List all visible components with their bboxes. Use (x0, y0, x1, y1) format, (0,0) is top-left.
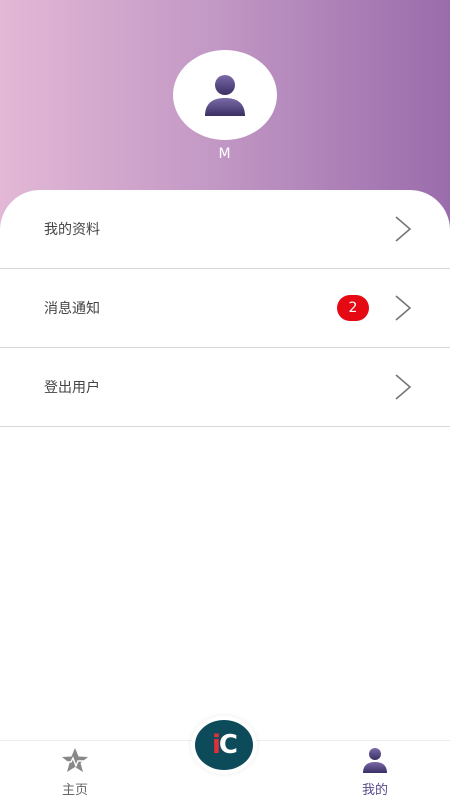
chevron-right-icon (395, 216, 412, 242)
star-pulse-icon (62, 748, 88, 772)
chevron-right-icon (395, 374, 412, 400)
avatar[interactable] (173, 50, 277, 140)
menu-item-notifications[interactable]: 消息通知 2 (0, 269, 450, 348)
tab-home-label: 主页 (61, 783, 88, 798)
menu-item-my-profile[interactable]: 我的资料 (0, 190, 450, 269)
username-label: M (218, 146, 232, 162)
menu-panel: 我的资料 消息通知 2 登出用户 (0, 190, 450, 750)
user-icon (363, 748, 387, 773)
tab-mine-label: 我的 (361, 783, 388, 798)
app-logo: iC (211, 730, 238, 760)
menu-item-logout[interactable]: 登出用户 (0, 348, 450, 427)
center-logo-button[interactable]: iC (195, 720, 253, 770)
tab-home[interactable]: 主页 (45, 747, 105, 800)
menu-item-label: 登出用户 (44, 380, 100, 396)
notification-badge: 2 (337, 295, 369, 321)
tab-mine[interactable]: 我的 (345, 747, 405, 800)
menu-item-label: 我的资料 (44, 222, 100, 238)
menu-item-label: 消息通知 (44, 301, 100, 317)
chevron-right-icon (395, 295, 412, 321)
user-icon (205, 75, 245, 116)
